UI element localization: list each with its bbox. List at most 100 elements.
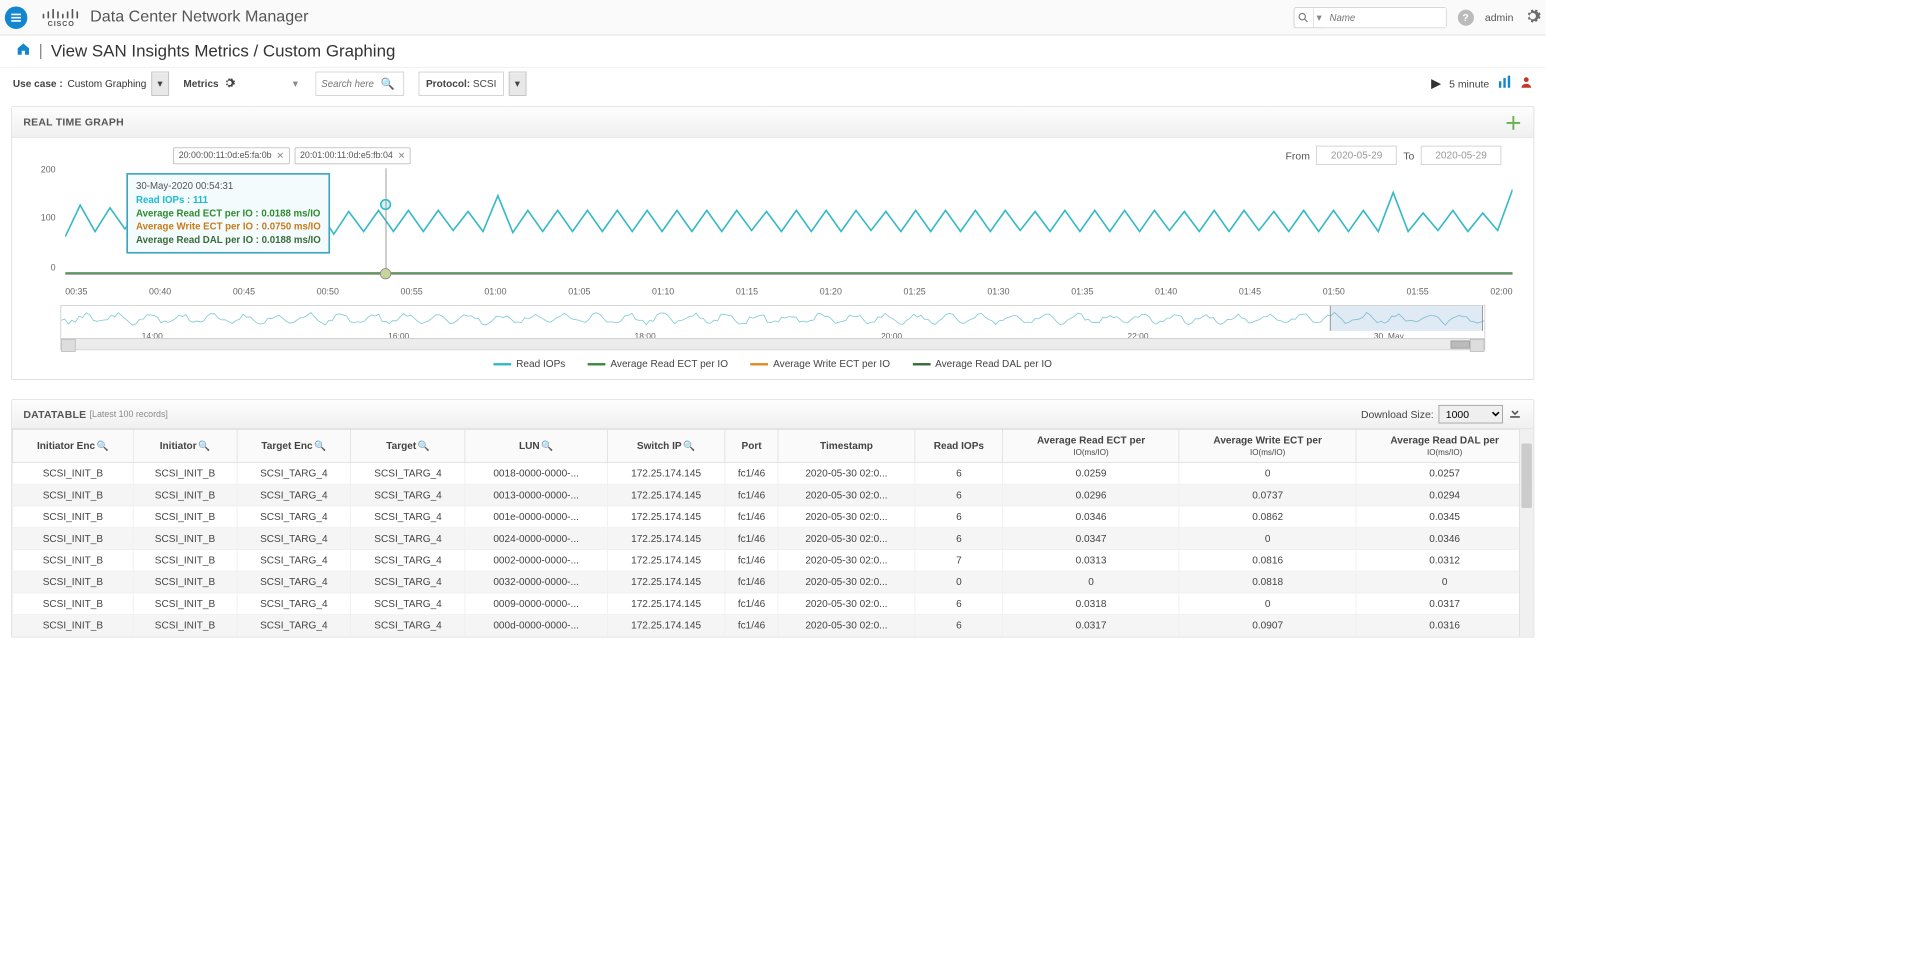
navigator-chart[interactable]: 14:0016:0018:0020:0022:0030. May — [60, 305, 1485, 350]
scroll-thumb[interactable] — [1521, 444, 1531, 508]
table-cell: 2020-05-30 02:0... — [778, 549, 915, 571]
download-icon[interactable] — [1508, 405, 1522, 424]
column-header[interactable]: Initiator🔍 — [133, 429, 236, 462]
table-cell: SCSI_INIT_B — [133, 528, 236, 550]
table-cell: fc1/46 — [725, 615, 778, 637]
protocol-field: Protocol: SCSI — [419, 72, 504, 96]
table-row[interactable]: SCSI_INIT_BSCSI_INIT_BSCSI_TARG_4SCSI_TA… — [12, 615, 1533, 637]
main-chart[interactable]: 200 100 0 00:3500:4000:4500:5000:5501:00… — [33, 168, 1513, 297]
table-cell: 0009-0000-0000-... — [465, 593, 607, 615]
table-cell: SCSI_INIT_B — [133, 506, 236, 528]
column-header[interactable]: Average Write ECT perIO(ms/IO) — [1179, 429, 1356, 462]
series-chip[interactable]: 20:01:00:11:0d:e5:fb:04✕ — [294, 147, 410, 164]
add-series-button[interactable]: ＋ — [1505, 109, 1523, 135]
column-search-icon[interactable]: 🔍 — [541, 440, 553, 451]
x-tick: 01:00 — [484, 287, 506, 297]
legend-item[interactable]: Read IOPs — [494, 358, 566, 369]
metrics-gear-icon[interactable] — [223, 77, 234, 91]
x-tick: 00:45 — [233, 287, 255, 297]
table-cell: 172.25.174.145 — [607, 593, 725, 615]
column-search-icon[interactable]: 🔍 — [418, 440, 430, 451]
table-row[interactable]: SCSI_INIT_BSCSI_INIT_BSCSI_TARG_4SCSI_TA… — [12, 506, 1533, 528]
home-icon[interactable] — [16, 42, 30, 61]
navigator-scrollbar[interactable] — [61, 338, 1484, 349]
table-vertical-scrollbar[interactable] — [1519, 429, 1533, 637]
table-cell: SCSI_INIT_B — [12, 615, 133, 637]
user-scope-icon[interactable] — [1520, 75, 1533, 92]
column-header[interactable]: Target Enc🔍 — [237, 429, 351, 462]
table-row[interactable]: SCSI_INIT_BSCSI_INIT_BSCSI_TARG_4SCSI_TA… — [12, 571, 1533, 593]
table-cell: SCSI_TARG_4 — [237, 571, 351, 593]
column-header[interactable]: Switch IP🔍 — [607, 429, 725, 462]
table-cell: SCSI_INIT_B — [133, 549, 236, 571]
column-header[interactable]: Port — [725, 429, 778, 462]
global-search[interactable]: ▾ — [1293, 7, 1446, 28]
column-header[interactable]: LUN🔍 — [465, 429, 607, 462]
table-cell: 001e-0000-0000-... — [465, 506, 607, 528]
table-cell: SCSI_INIT_B — [12, 549, 133, 571]
table-row[interactable]: SCSI_INIT_BSCSI_INIT_BSCSI_TARG_4SCSI_TA… — [12, 593, 1533, 615]
table-cell: 0.0346 — [1356, 528, 1533, 550]
table-cell: 0032-0000-0000-... — [465, 571, 607, 593]
panel-header: REAL TIME GRAPH ＋ — [12, 107, 1533, 138]
chart-view-icon[interactable] — [1497, 74, 1511, 93]
help-button[interactable]: ? — [1458, 9, 1474, 25]
column-search-icon[interactable]: 🔍 — [97, 440, 109, 451]
download-size-select[interactable]: 1000 — [1439, 405, 1503, 424]
column-header[interactable]: Target🔍 — [351, 429, 465, 462]
table-cell: 172.25.174.145 — [607, 549, 725, 571]
table-cell: fc1/46 — [725, 484, 778, 506]
table-row[interactable]: SCSI_INIT_BSCSI_INIT_BSCSI_TARG_4SCSI_TA… — [12, 549, 1533, 571]
column-header[interactable]: Initiator Enc🔍 — [12, 429, 133, 462]
table-cell: 6 — [915, 462, 1003, 484]
table-row[interactable]: SCSI_INIT_BSCSI_INIT_BSCSI_TARG_4SCSI_TA… — [12, 462, 1533, 484]
from-label: From — [1286, 149, 1310, 161]
column-header[interactable]: Timestamp — [778, 429, 915, 462]
navigator-scroll-thumb[interactable] — [1451, 341, 1470, 349]
from-date-input[interactable] — [1316, 146, 1397, 165]
column-search-icon[interactable]: 🔍 — [198, 440, 210, 451]
table-row[interactable]: SCSI_INIT_BSCSI_INIT_BSCSI_TARG_4SCSI_TA… — [12, 484, 1533, 506]
settings-gear-icon[interactable] — [1525, 8, 1541, 27]
play-icon[interactable]: ▶ — [1431, 76, 1441, 92]
column-search-icon[interactable]: 🔍 — [314, 440, 326, 451]
search-icon[interactable]: 🔍 — [381, 77, 395, 91]
chip-remove-icon[interactable]: ✕ — [398, 150, 405, 160]
x-tick: 01:15 — [736, 287, 758, 297]
legend-item[interactable]: Average Read DAL per IO — [913, 358, 1052, 369]
table-cell: 6 — [915, 528, 1003, 550]
table-cell: 6 — [915, 506, 1003, 528]
table-cell: 2020-05-30 02:0... — [778, 484, 915, 506]
table-row[interactable]: SCSI_INIT_BSCSI_INIT_BSCSI_TARG_4SCSI_TA… — [12, 528, 1533, 550]
protocol-dropdown[interactable]: ▾ — [508, 72, 526, 96]
to-date-input[interactable] — [1421, 146, 1502, 165]
column-header[interactable]: Read IOPs — [915, 429, 1003, 462]
chip-remove-icon[interactable]: ✕ — [276, 150, 283, 160]
table-cell: SCSI_INIT_B — [133, 615, 236, 637]
usecase-value: Custom Graphing — [68, 78, 147, 89]
usecase-dropdown[interactable]: ▾ — [151, 72, 169, 96]
legend-item[interactable]: Average Write ECT per IO — [751, 358, 890, 369]
table-cell: 0.0313 — [1003, 549, 1179, 571]
legend-item[interactable]: Average Read ECT per IO — [588, 358, 728, 369]
refresh-interval[interactable]: 5 minute — [1449, 78, 1489, 90]
navigator-selection[interactable] — [1330, 306, 1483, 331]
table-cell: SCSI_TARG_4 — [237, 593, 351, 615]
table-cell: SCSI_INIT_B — [12, 593, 133, 615]
column-header[interactable]: Average Read ECT perIO(ms/IO) — [1003, 429, 1179, 462]
metrics-caret-icon[interactable]: ▾ — [293, 77, 298, 90]
column-search-icon[interactable]: 🔍 — [683, 440, 695, 451]
table-cell: SCSI_INIT_B — [12, 484, 133, 506]
series-chip[interactable]: 20:00:00:11:0d:e5:fa:0b✕ — [173, 147, 289, 164]
cisco-logo: CISCO — [40, 7, 82, 27]
toolbar-search-input[interactable] — [316, 72, 380, 95]
menu-toggle-button[interactable] — [5, 6, 28, 29]
column-header[interactable]: Average Read DAL perIO(ms/IO) — [1356, 429, 1533, 462]
table-cell: SCSI_TARG_4 — [351, 549, 465, 571]
chevron-down-icon[interactable]: ▾ — [1314, 11, 1325, 24]
toolbar-search[interactable]: 🔍 — [316, 72, 405, 96]
table-cell: 0 — [1003, 571, 1179, 593]
table-cell: 0 — [915, 571, 1003, 593]
user-label[interactable]: admin — [1485, 11, 1514, 23]
global-search-input[interactable] — [1325, 8, 1446, 27]
